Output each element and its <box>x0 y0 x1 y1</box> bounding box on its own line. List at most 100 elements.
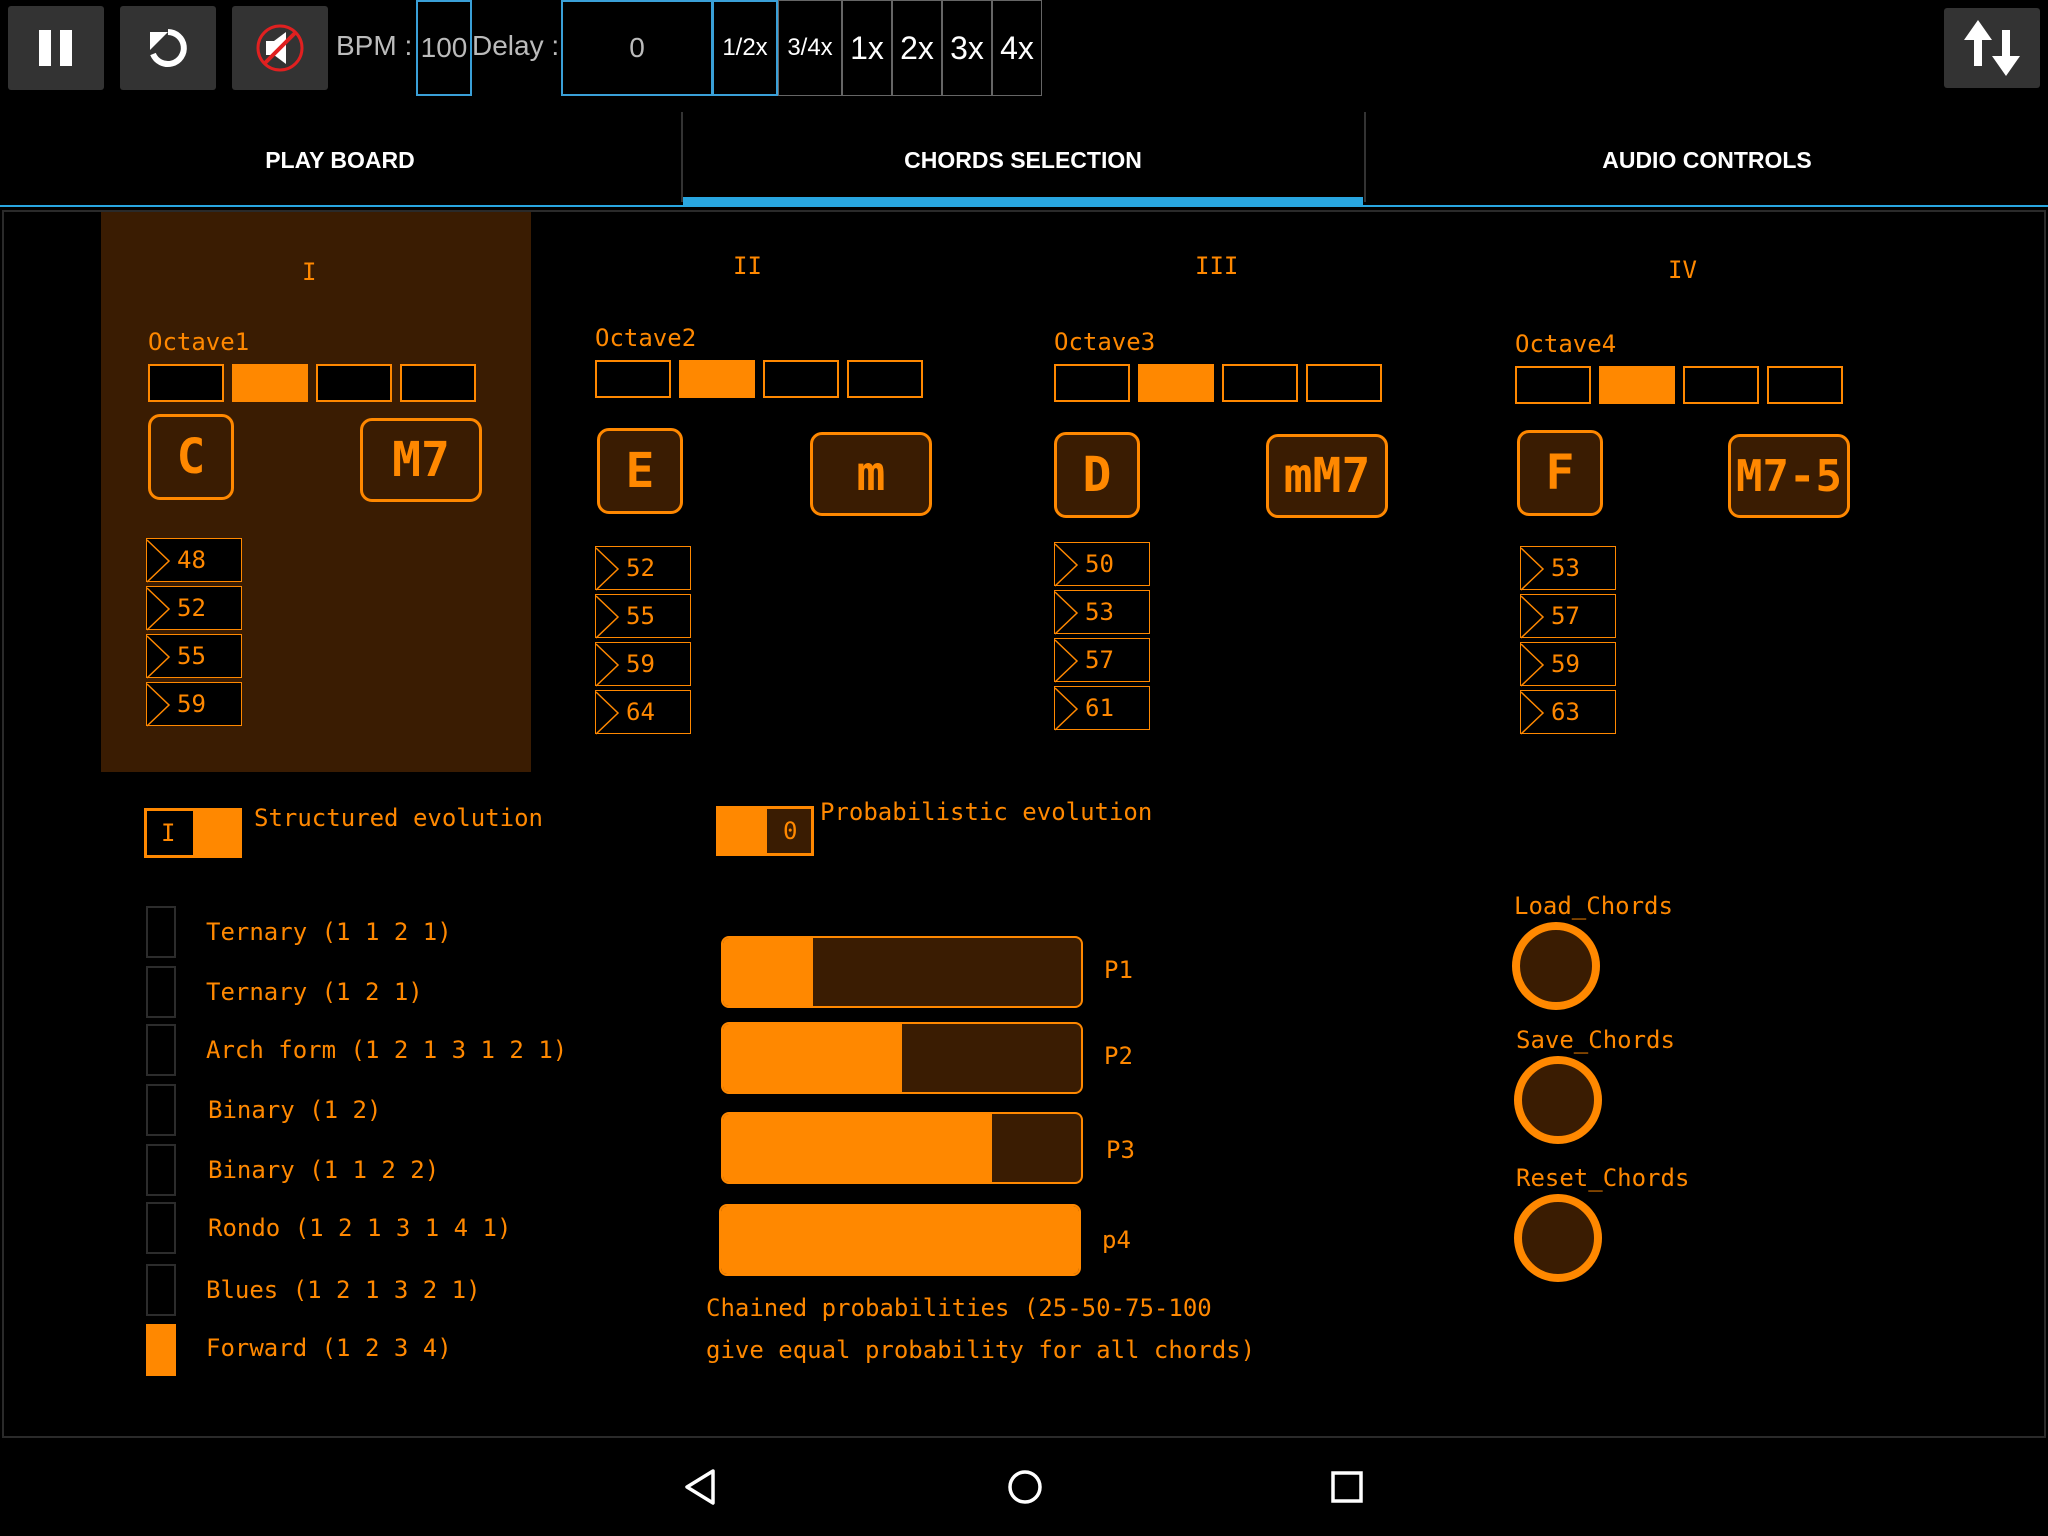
probability-slider-p3[interactable] <box>721 1112 1083 1184</box>
speed-3x-button[interactable]: 3x <box>942 0 992 96</box>
form-checkbox[interactable] <box>146 1084 176 1136</box>
chord-root-button[interactable]: C <box>148 414 234 500</box>
tab-audio-controls[interactable]: AUDIO CONTROLS <box>1366 112 2048 208</box>
chord-quality-button[interactable]: mM7 <box>1266 434 1388 518</box>
bpm-input[interactable]: 100 <box>416 0 472 96</box>
speed-2x-button[interactable]: 2x <box>892 0 942 96</box>
octave-option[interactable] <box>316 364 392 402</box>
chord-quality-label: M7 <box>392 432 450 488</box>
note-field[interactable]: 64 <box>595 690 691 735</box>
note-field[interactable]: 52 <box>595 546 691 591</box>
form-checkbox[interactable] <box>146 906 176 958</box>
speed-label: 3x <box>950 29 984 66</box>
chord-quality-button[interactable]: M7-5 <box>1728 434 1850 518</box>
note-field[interactable]: 61 <box>1054 686 1150 731</box>
octave-label: Octave3 <box>1054 328 1156 356</box>
octave-option[interactable] <box>1683 366 1759 404</box>
note-value: 55 <box>177 642 206 670</box>
structured-evolution-toggle[interactable]: I <box>144 808 242 858</box>
toggle-thumb-text: 0 <box>783 817 798 845</box>
octave-option[interactable] <box>1767 366 1843 404</box>
note-field[interactable]: 52 <box>146 586 242 631</box>
toggle-thumb-text: I <box>161 819 176 847</box>
bpm-value: 100 <box>420 32 468 63</box>
note-value: 53 <box>1551 554 1580 582</box>
probability-note-line1: Chained probabilities (25-50-75-100 <box>706 1294 1212 1322</box>
delay-value: 0 <box>629 32 645 63</box>
form-label: Arch form (1 2 1 3 1 2 1) <box>206 1036 568 1064</box>
speed-half-button[interactable]: 1/2x <box>712 0 778 96</box>
nav-home-button[interactable] <box>990 1452 1060 1522</box>
form-checkbox[interactable] <box>146 1202 176 1254</box>
note-field[interactable]: 55 <box>146 634 242 679</box>
chord-quality-button[interactable]: m <box>810 432 932 516</box>
load-chords-button[interactable] <box>1512 922 1600 1010</box>
bpm-label: BPM : <box>336 30 413 61</box>
note-field[interactable]: 57 <box>1520 594 1616 639</box>
form-label: Binary (1 1 2 2) <box>208 1156 440 1184</box>
save-chords-button[interactable] <box>1514 1056 1602 1144</box>
slider-fill <box>723 938 813 1006</box>
probability-slider-p2[interactable] <box>721 1022 1083 1094</box>
toggle-on-fill <box>193 811 239 855</box>
probability-slider-p1[interactable] <box>721 936 1083 1008</box>
probability-note-line2: give equal probability for all chords) <box>706 1336 1256 1364</box>
note-field[interactable]: 57 <box>1054 638 1150 683</box>
form-checkbox[interactable] <box>146 1324 176 1376</box>
speed-4x-button[interactable]: 4x <box>992 0 1042 96</box>
octave-option[interactable] <box>595 360 671 398</box>
nav-back-button[interactable] <box>666 1452 736 1522</box>
reset-chords-button[interactable] <box>1514 1194 1602 1282</box>
replay-button[interactable] <box>120 6 216 90</box>
degree-label: IV <box>1668 256 1697 284</box>
note-field[interactable]: 63 <box>1520 690 1616 735</box>
form-checkbox[interactable] <box>146 1264 176 1316</box>
note-field[interactable]: 50 <box>1054 542 1150 587</box>
octave-option[interactable] <box>1138 364 1214 402</box>
octave-option[interactable] <box>400 364 476 402</box>
probability-slider-p4[interactable] <box>719 1204 1081 1276</box>
chord-quality-button[interactable]: M7 <box>360 418 482 502</box>
mute-button[interactable] <box>232 6 328 90</box>
octave-option[interactable] <box>847 360 923 398</box>
pause-icon <box>39 30 72 66</box>
chord-root-button[interactable]: E <box>597 428 683 514</box>
nav-recents-button[interactable] <box>1312 1452 1382 1522</box>
delay-input[interactable]: 0 <box>561 0 713 96</box>
form-checkbox[interactable] <box>146 1024 176 1076</box>
slider-label: P3 <box>1106 1136 1135 1164</box>
chord-root-button[interactable]: F <box>1517 430 1603 516</box>
octave-option[interactable] <box>763 360 839 398</box>
chord-root-button[interactable]: D <box>1054 432 1140 518</box>
tab-chords-selection[interactable]: CHORDS SELECTION <box>683 112 1363 208</box>
form-label: Forward (1 2 3 4) <box>206 1334 452 1362</box>
chord-root-label: F <box>1545 445 1575 501</box>
octave-option[interactable] <box>1599 366 1675 404</box>
note-field[interactable]: 59 <box>146 682 242 727</box>
octave-option[interactable] <box>1306 364 1382 402</box>
speed-1x-button[interactable]: 1x <box>842 0 892 96</box>
octave-option[interactable] <box>1054 364 1130 402</box>
form-checkbox[interactable] <box>146 966 176 1018</box>
swap-button[interactable] <box>1944 8 2040 88</box>
note-field[interactable]: 53 <box>1520 546 1616 591</box>
degree-label: III <box>1195 252 1239 280</box>
octave-option[interactable] <box>679 360 755 398</box>
octave-option[interactable] <box>1515 366 1591 404</box>
note-field[interactable]: 48 <box>146 538 242 583</box>
note-value: 64 <box>626 698 655 726</box>
note-field[interactable]: 53 <box>1054 590 1150 635</box>
octave-option[interactable] <box>148 364 224 402</box>
note-field[interactable]: 55 <box>595 594 691 639</box>
tab-play-board[interactable]: PLAY BOARD <box>0 112 680 208</box>
octave-option[interactable] <box>1222 364 1298 402</box>
speed-three-quarter-button[interactable]: 3/4x <box>778 0 842 96</box>
form-checkbox[interactable] <box>146 1144 176 1196</box>
octave-label: Octave1 <box>148 328 250 356</box>
octave-label: Octave4 <box>1515 330 1617 358</box>
probabilistic-evolution-toggle[interactable]: 0 <box>716 806 814 856</box>
pause-button[interactable] <box>8 6 104 90</box>
note-field[interactable]: 59 <box>595 642 691 687</box>
octave-option[interactable] <box>232 364 308 402</box>
note-field[interactable]: 59 <box>1520 642 1616 687</box>
